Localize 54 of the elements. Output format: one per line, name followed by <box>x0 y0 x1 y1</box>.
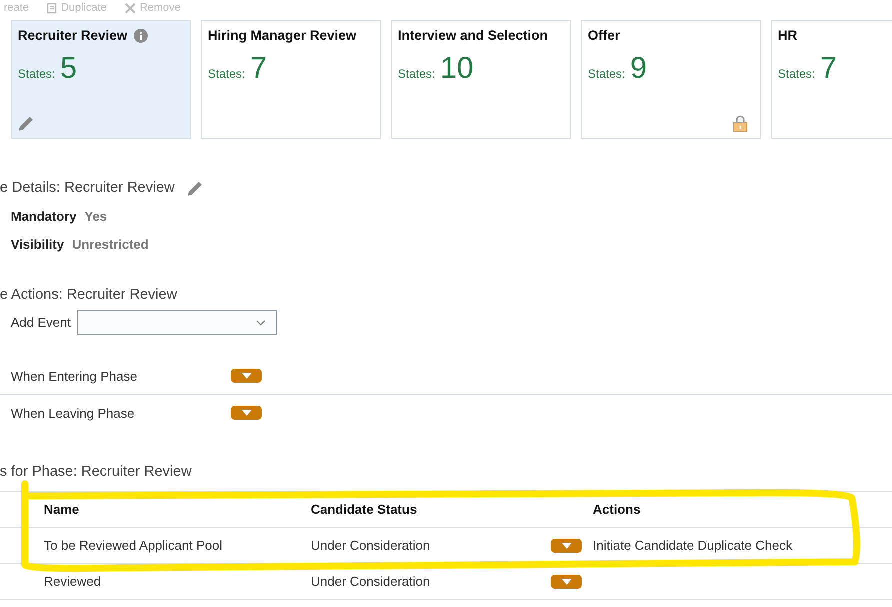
chevron-down-icon <box>256 320 266 326</box>
phase-card[interactable]: Recruiter Review States: 5 <box>11 20 191 139</box>
table-cell-text: Reviewed <box>43 574 102 589</box>
event-dropdown[interactable] <box>77 310 277 335</box>
section-title: e Actions: Recruiter Review <box>0 287 178 303</box>
section-title: s for Phase: Recruiter Review <box>0 464 192 480</box>
phase-name: HR <box>778 28 798 43</box>
states-count: 9 <box>630 51 648 87</box>
pencil-icon[interactable] <box>186 180 204 196</box>
states-count: 7 <box>250 51 268 87</box>
table-cell-text: To be Reviewed Applicant Pool <box>43 538 224 553</box>
caret-down-icon <box>562 542 572 548</box>
states-count: 10 <box>440 51 474 87</box>
phase-card[interactable]: Offer States: 9 <box>581 20 761 139</box>
section-title: e Details: Recruiter Review <box>0 180 175 196</box>
dropdown-button[interactable] <box>551 574 582 588</box>
phase-name: Hiring Manager Review <box>208 28 357 43</box>
dropdown-button[interactable] <box>231 369 262 383</box>
table-cell-text: Under Consideration <box>311 538 432 553</box>
field-value: Unrestricted <box>72 236 149 252</box>
close-icon <box>124 2 136 14</box>
states-label: States: <box>208 67 246 81</box>
pencil-icon[interactable] <box>18 115 35 132</box>
column-header: Actions <box>593 502 641 517</box>
caret-down-icon <box>562 578 572 584</box>
dropdown-button[interactable] <box>231 406 262 420</box>
table-cell-text: Under Consideration <box>311 574 432 589</box>
field-label: Add Event <box>11 315 71 330</box>
states-label: States: <box>588 67 626 81</box>
states-count: 5 <box>60 51 78 87</box>
field-label: Visibility <box>11 236 64 252</box>
phase-card[interactable]: HR States: 7 <box>771 20 892 139</box>
document-icon <box>47 2 58 14</box>
column-header: Candidate Status <box>311 502 418 517</box>
phase-name: Recruiter Review <box>18 28 128 43</box>
event-label: When Leaving Phase <box>11 406 136 420</box>
states-label: States: <box>398 67 436 81</box>
states-label: States: <box>18 67 56 81</box>
caret-down-icon <box>242 410 252 416</box>
lock-icon <box>733 115 748 132</box>
info-icon[interactable] <box>134 28 148 42</box>
dropdown-button[interactable] <box>551 538 582 552</box>
caret-down-icon <box>242 373 252 379</box>
phase-card[interactable]: Hiring Manager Review States: 7 <box>201 20 381 139</box>
field-value: Yes <box>84 208 108 224</box>
event-label: When Entering Phase <box>11 368 138 384</box>
phase-name: Interview and Selection <box>398 28 548 43</box>
states-label: States: <box>778 67 816 81</box>
phase-name: Offer <box>588 28 620 43</box>
states-count: 7 <box>820 51 838 87</box>
phase-card[interactable]: Interview and Selection States: 10 <box>391 20 571 139</box>
table-cell: Initiate Candidate Duplicate Check <box>593 538 792 553</box>
field-label: Mandatory <box>11 208 77 224</box>
column-header: Name <box>43 502 80 517</box>
